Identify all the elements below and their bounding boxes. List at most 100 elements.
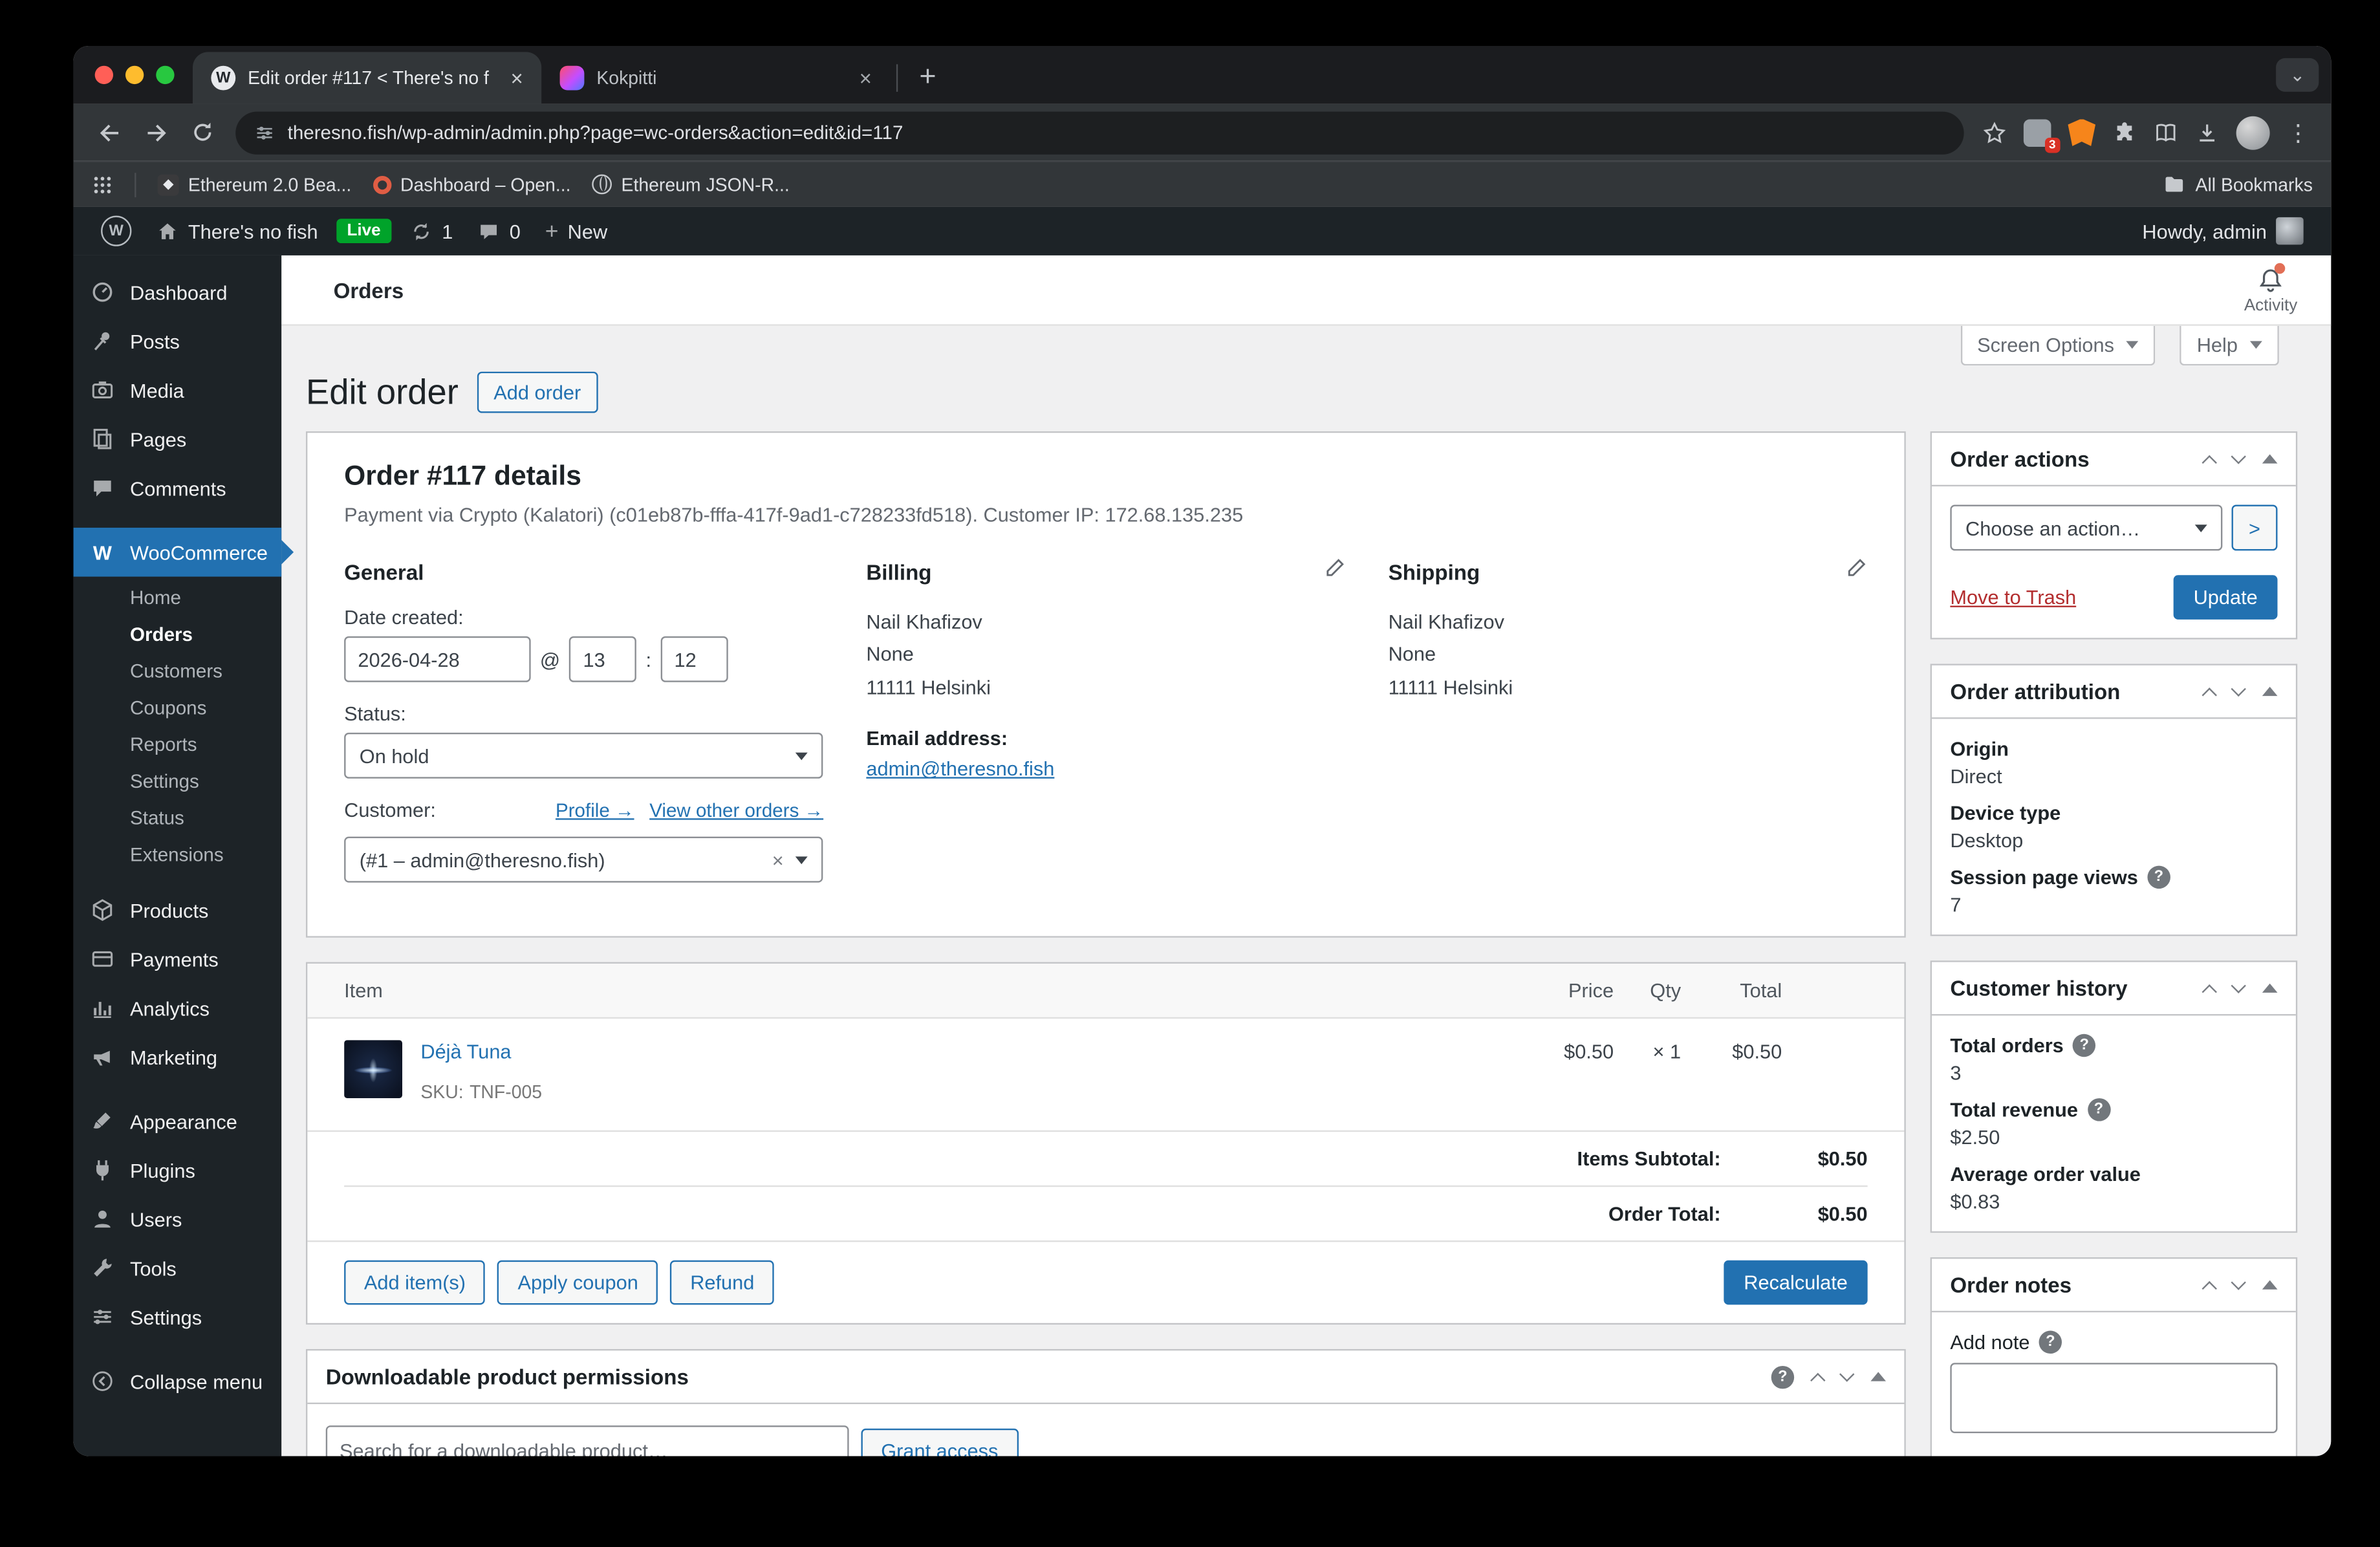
- move-up-icon[interactable]: [2202, 1280, 2217, 1296]
- sidebar-item-settings[interactable]: Settings: [74, 1292, 282, 1341]
- sidebar-item-collapse-menu[interactable]: Collapse menu: [74, 1357, 282, 1406]
- sidebar-item-tools[interactable]: Tools: [74, 1244, 282, 1293]
- billing-email-link[interactable]: admin@theresno.fish: [866, 757, 1054, 780]
- sidebar-item-woocommerce[interactable]: W WooCommerce: [73, 527, 282, 577]
- bookmark-ethereum-json[interactable]: Ethereum JSON-R...: [592, 173, 790, 195]
- apply-coupon-button[interactable]: Apply coupon: [497, 1260, 658, 1305]
- submenu-item-customers[interactable]: Customers: [74, 653, 282, 690]
- help-tip-icon[interactable]: ?: [2072, 1033, 2096, 1057]
- add-items-button[interactable]: Add item(s): [344, 1260, 486, 1305]
- move-down-icon[interactable]: [2231, 448, 2246, 464]
- toggle-panel-icon[interactable]: [2262, 1280, 2278, 1290]
- comments-menu[interactable]: 0: [465, 206, 533, 255]
- update-button[interactable]: Update: [2173, 575, 2278, 620]
- all-bookmarks-button[interactable]: All Bookmarks: [2163, 173, 2313, 195]
- recalculate-button[interactable]: Recalculate: [1724, 1260, 1868, 1305]
- sidebar-item-media[interactable]: Media: [74, 365, 282, 415]
- apps-grid-icon[interactable]: [92, 173, 113, 195]
- product-name-link[interactable]: Déjà Tuna: [420, 1040, 511, 1063]
- activity-button[interactable]: Activity: [2244, 262, 2297, 314]
- sidebar-item-analytics[interactable]: Analytics: [74, 984, 282, 1033]
- screen-options-button[interactable]: Screen Options: [1960, 325, 2156, 366]
- customer-select[interactable]: (#1 – admin@theresno.fish) ×: [344, 836, 824, 883]
- profile-link[interactable]: Profile →: [556, 800, 634, 821]
- minute-input[interactable]: [660, 636, 728, 682]
- sidebar-item-plugins[interactable]: Plugins: [74, 1145, 282, 1195]
- move-up-icon[interactable]: [2202, 983, 2217, 999]
- tab-search-button[interactable]: ⌄: [2276, 58, 2319, 92]
- toggle-panel-icon[interactable]: [2262, 983, 2278, 993]
- edit-billing-pencil-icon[interactable]: [1323, 557, 1345, 587]
- account-menu[interactable]: Howdy, admin: [2130, 206, 2315, 255]
- edit-shipping-pencil-icon[interactable]: [1844, 557, 1867, 587]
- updates-menu[interactable]: 1: [398, 206, 466, 255]
- help-tip-icon[interactable]: ?: [2087, 1098, 2110, 1121]
- move-down-icon[interactable]: [2231, 680, 2246, 696]
- toggle-panel-icon[interactable]: [2262, 454, 2278, 464]
- new-tab-button[interactable]: +: [904, 61, 952, 95]
- move-to-trash-link[interactable]: Move to Trash: [1950, 586, 2076, 609]
- url-text[interactable]: theresno.fish/wp-admin/admin.php?page=wc…: [288, 122, 903, 143]
- sidebar-item-appearance[interactable]: Appearance: [74, 1097, 282, 1146]
- help-tip-icon[interactable]: ?: [1771, 1365, 1795, 1389]
- address-bar[interactable]: theresno.fish/wp-admin/admin.php?page=wc…: [235, 111, 1964, 154]
- apply-action-button[interactable]: >: [2231, 504, 2278, 551]
- tab-kokpitti[interactable]: Kokpitti ×: [541, 52, 890, 103]
- hour-input[interactable]: [569, 636, 637, 682]
- move-up-icon[interactable]: [2202, 454, 2217, 470]
- help-button[interactable]: Help: [2180, 325, 2279, 366]
- close-tab-icon[interactable]: ×: [860, 67, 872, 89]
- extensions-puzzle-icon[interactable]: [2112, 120, 2137, 145]
- move-down-icon[interactable]: [2231, 977, 2246, 993]
- sidebar-item-marketing[interactable]: Marketing: [74, 1032, 282, 1081]
- refund-button[interactable]: Refund: [670, 1260, 775, 1305]
- status-select[interactable]: On hold: [344, 732, 824, 779]
- sidebar-item-pages[interactable]: Pages: [74, 415, 282, 464]
- new-content-menu[interactable]: + New: [533, 206, 620, 255]
- forward-button[interactable]: [135, 111, 177, 153]
- metamask-extension-icon[interactable]: [2068, 118, 2096, 146]
- move-down-icon[interactable]: [2231, 1274, 2246, 1290]
- move-down-icon[interactable]: [1839, 1366, 1855, 1381]
- sidebar-item-posts[interactable]: Posts: [74, 317, 282, 366]
- order-note-textarea[interactable]: [1950, 1363, 2278, 1434]
- submenu-item-reports[interactable]: Reports: [74, 726, 282, 763]
- submenu-item-settings[interactable]: Settings: [74, 763, 282, 800]
- close-window-button[interactable]: [94, 65, 114, 85]
- close-tab-icon[interactable]: ×: [510, 67, 523, 89]
- move-up-icon[interactable]: [1810, 1372, 1826, 1387]
- toggle-panel-icon[interactable]: [1870, 1372, 1887, 1381]
- sidebar-item-dashboard[interactable]: Dashboard: [74, 268, 282, 317]
- submenu-item-coupons[interactable]: Coupons: [74, 690, 282, 727]
- downloadable-search-input[interactable]: [325, 1425, 849, 1456]
- bookmark-star-icon[interactable]: [1982, 120, 2007, 145]
- wp-logo-menu[interactable]: W: [89, 206, 144, 255]
- site-name-menu[interactable]: There's no fish: [144, 206, 330, 255]
- sidebar-item-payments[interactable]: Payments: [74, 935, 282, 984]
- adblock-extension-icon[interactable]: 3: [2023, 118, 2061, 153]
- grant-access-button[interactable]: Grant access: [861, 1427, 1019, 1456]
- order-action-select[interactable]: Choose an action…: [1950, 504, 2223, 551]
- help-tip-icon[interactable]: ?: [2039, 1330, 2062, 1354]
- submenu-item-extensions[interactable]: Extensions: [74, 837, 282, 874]
- zoom-window-button[interactable]: [156, 65, 175, 85]
- bookmark-ethereum-beacon[interactable]: ◆ Ethereum 2.0 Bea...: [157, 173, 351, 195]
- submenu-item-status[interactable]: Status: [74, 800, 282, 837]
- profile-avatar[interactable]: [2236, 115, 2270, 149]
- minimize-window-button[interactable]: [125, 65, 144, 85]
- tab-edit-order[interactable]: W Edit order #117 < There's no f ×: [192, 52, 542, 104]
- toggle-panel-icon[interactable]: [2262, 686, 2278, 697]
- sidebar-item-products[interactable]: Products: [74, 885, 282, 935]
- sidebar-item-comments[interactable]: Comments: [74, 464, 282, 513]
- browser-menu-icon[interactable]: ⋮: [2287, 118, 2310, 146]
- help-tip-icon[interactable]: ?: [2147, 865, 2170, 889]
- reload-button[interactable]: [180, 111, 223, 153]
- date-created-input[interactable]: [344, 636, 531, 682]
- reading-list-icon[interactable]: [2154, 120, 2178, 145]
- downloads-icon[interactable]: [2195, 120, 2220, 145]
- back-button[interactable]: [89, 111, 131, 153]
- site-settings-icon[interactable]: [254, 122, 276, 143]
- submenu-item-home[interactable]: Home: [74, 579, 282, 616]
- bookmark-dashboard[interactable]: Dashboard – Open...: [373, 173, 570, 195]
- move-up-icon[interactable]: [2202, 687, 2217, 702]
